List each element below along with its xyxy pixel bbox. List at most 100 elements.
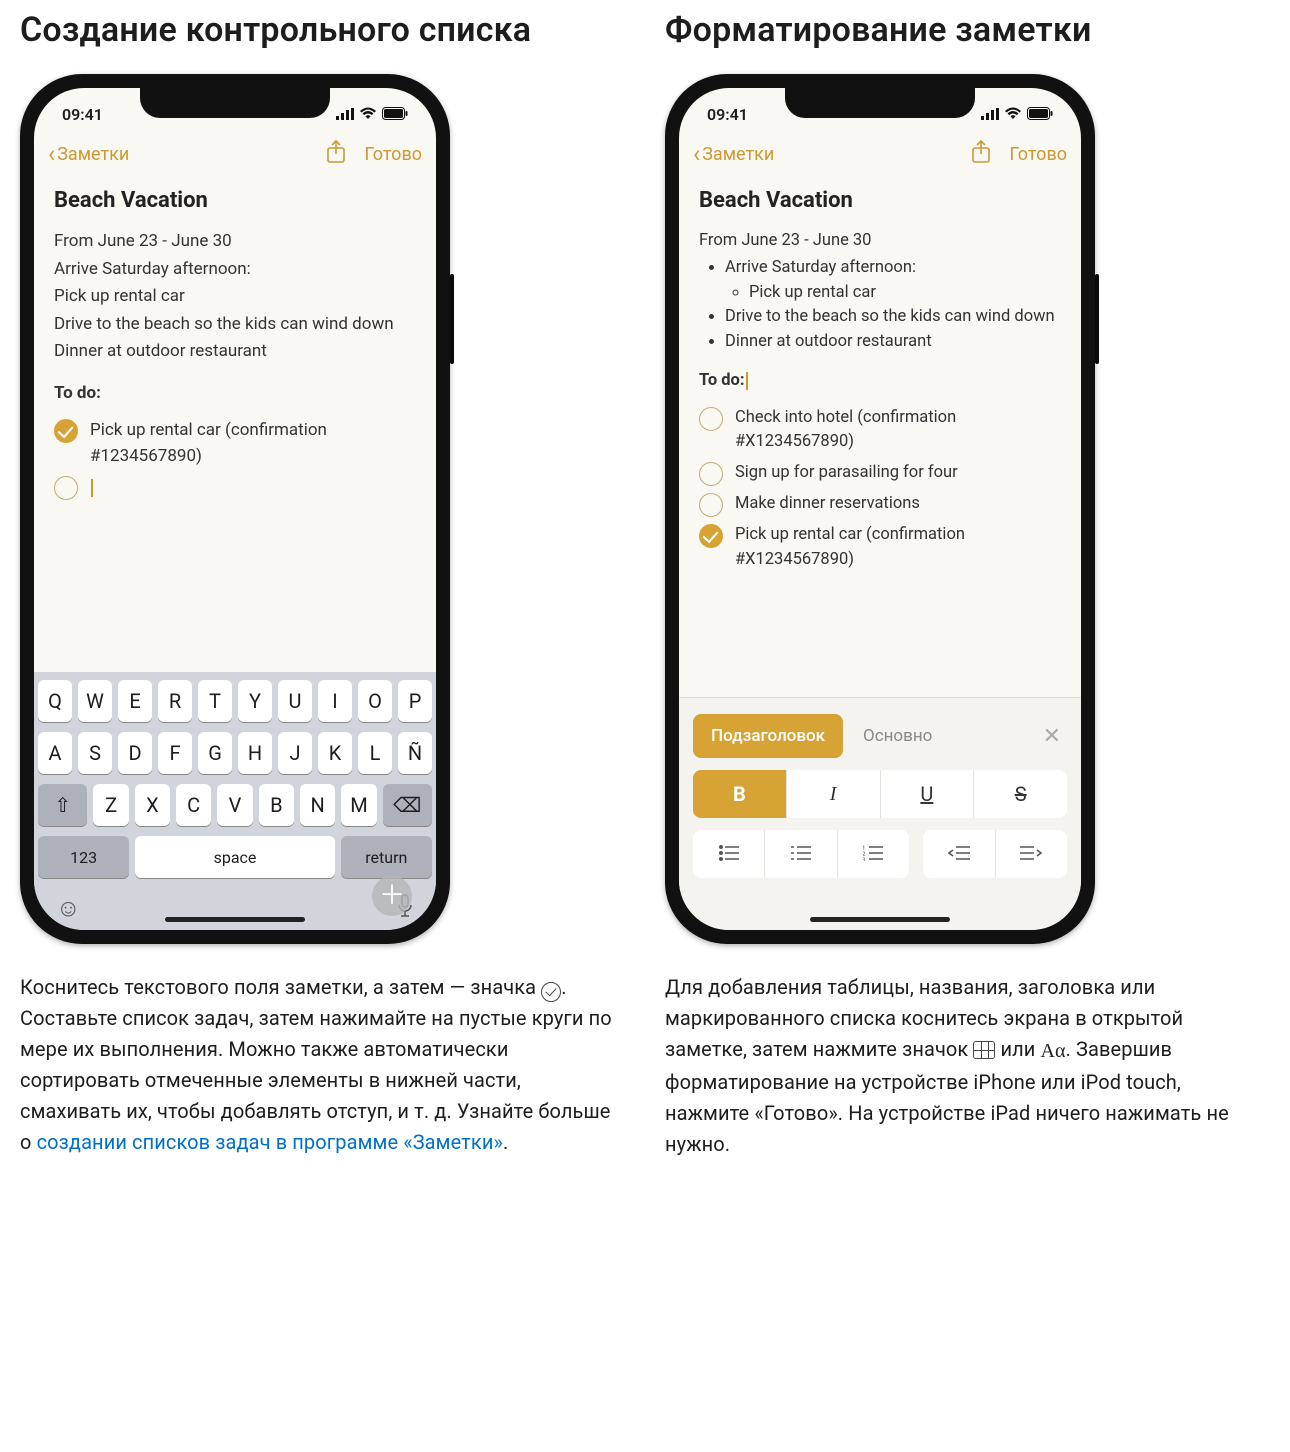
backspace-icon: ⌫: [393, 793, 421, 817]
iphone-frame-left: 09:41: [20, 74, 450, 944]
dash-list-button[interactable]: [764, 830, 836, 878]
key-v[interactable]: V: [217, 784, 252, 826]
key-backspace[interactable]: ⌫: [383, 784, 432, 826]
check-circle-icon[interactable]: [699, 407, 723, 431]
note-title: Beach Vacation: [699, 184, 1061, 217]
nav-back-label: Заметки: [702, 144, 774, 165]
key-y[interactable]: Y: [238, 680, 272, 722]
key-m[interactable]: M: [341, 784, 376, 826]
key-j[interactable]: J: [278, 732, 312, 774]
check-circle-checked-icon[interactable]: [699, 524, 723, 548]
sub-bullet-item: Pick up rental car: [749, 281, 1061, 306]
section-heading-formatting: Форматирование заметки: [665, 10, 1270, 50]
key-h[interactable]: H: [238, 732, 272, 774]
key-f[interactable]: F: [158, 732, 192, 774]
bold-button[interactable]: B: [693, 770, 786, 818]
status-time: 09:41: [62, 105, 103, 124]
svg-text:3: 3: [863, 857, 865, 861]
key-i[interactable]: I: [318, 680, 352, 722]
notch: [785, 88, 975, 118]
share-icon[interactable]: [971, 140, 991, 169]
notch: [140, 88, 330, 118]
bullet-item: Dinner at outdoor restaurant: [725, 330, 1061, 355]
checklist-text: Pick up rental car (confirmation #X12345…: [735, 523, 1061, 573]
key-z[interactable]: Z: [93, 784, 128, 826]
numbered-list-button[interactable]: 123: [837, 830, 909, 878]
key-c[interactable]: C: [176, 784, 211, 826]
key-g[interactable]: G: [198, 732, 232, 774]
key-k[interactable]: K: [318, 732, 352, 774]
key-x[interactable]: X: [135, 784, 170, 826]
key-a[interactable]: A: [38, 732, 72, 774]
check-circle-icon[interactable]: [54, 476, 78, 500]
indent-button[interactable]: [995, 830, 1068, 878]
emoji-icon[interactable]: ☺: [56, 894, 81, 924]
note-line: Drive to the beach so the kids can wind …: [54, 312, 416, 338]
key-q[interactable]: Q: [38, 680, 72, 722]
note-line: Pick up rental car: [54, 284, 416, 310]
caption-text: . Составьте список задач, затем нажимайт…: [20, 975, 612, 1154]
key-space[interactable]: space: [135, 836, 334, 878]
key-w[interactable]: W: [78, 680, 112, 722]
outdent-button[interactable]: [923, 830, 995, 878]
bullet-item: Arrive Saturday afternoon: Pick up renta…: [725, 256, 1061, 306]
key-n[interactable]: N: [300, 784, 335, 826]
check-circle-icon[interactable]: [699, 462, 723, 486]
checklist-item[interactable]: [54, 475, 416, 501]
key-b[interactable]: B: [259, 784, 294, 826]
bullet-list-icon: [719, 842, 739, 866]
note-line: Dinner at outdoor restaurant: [54, 339, 416, 365]
chevron-left-icon: ‹: [48, 142, 55, 166]
nav-done-button[interactable]: Готово: [364, 144, 422, 165]
key-o[interactable]: O: [358, 680, 392, 722]
checklist-item[interactable]: Make dinner reservations: [699, 492, 1061, 517]
format-panel: Подзаголовок Основно ✕ B I U S: [679, 697, 1081, 930]
home-indicator[interactable]: [810, 917, 950, 922]
signal-icon: [981, 105, 999, 124]
underline-button[interactable]: U: [880, 770, 974, 818]
link-checklist-help[interactable]: создании списков задач в программе «Заме…: [37, 1130, 503, 1154]
key-123[interactable]: 123: [38, 836, 129, 878]
checklist-item[interactable]: Check into hotel (confirmation #X1234567…: [699, 406, 1061, 456]
todo-heading: To do:: [699, 369, 748, 394]
wifi-icon: [359, 105, 377, 124]
key-return[interactable]: return: [341, 836, 432, 878]
checklist-text: [90, 475, 416, 501]
dash-list-icon: [791, 842, 811, 866]
bullet-item: Drive to the beach so the kids can wind …: [725, 305, 1061, 330]
key-r[interactable]: R: [158, 680, 192, 722]
checklist-item[interactable]: Pick up rental car (confirmation #X12345…: [699, 523, 1061, 573]
checklist-text: Sign up for parasailing for four: [735, 461, 1061, 486]
share-icon[interactable]: [326, 140, 346, 169]
note-body[interactable]: Beach Vacation From June 23 - June 30 Ar…: [34, 176, 436, 672]
checklist-item[interactable]: Pick up rental car (confirmation #123456…: [54, 418, 416, 469]
key-l[interactable]: L: [358, 732, 392, 774]
signal-icon: [336, 105, 354, 124]
text-cursor: [746, 372, 748, 390]
bullet-list-button[interactable]: [693, 830, 764, 878]
caption-left: Коснитесь текстового поля заметки, а зат…: [20, 972, 625, 1158]
check-circle-icon[interactable]: [699, 493, 723, 517]
check-circle-checked-icon[interactable]: [54, 419, 78, 443]
key-e[interactable]: E: [118, 680, 152, 722]
format-subheading-button[interactable]: Подзаголовок: [693, 714, 843, 758]
format-body-button[interactable]: Основно: [851, 726, 1029, 746]
key-p[interactable]: P: [398, 680, 432, 722]
key-d[interactable]: D: [118, 732, 152, 774]
outdent-icon: [948, 842, 970, 866]
checklist-text: Check into hotel (confirmation #X1234567…: [735, 406, 1061, 456]
strikethrough-button[interactable]: S: [973, 770, 1067, 818]
nav-back-button[interactable]: ‹ Заметки: [48, 142, 129, 166]
key-enye[interactable]: Ñ: [398, 732, 432, 774]
nav-done-button[interactable]: Готово: [1009, 144, 1067, 165]
note-body[interactable]: Beach Vacation From June 23 - June 30 Ar…: [679, 176, 1081, 697]
key-t[interactable]: T: [198, 680, 232, 722]
key-s[interactable]: S: [78, 732, 112, 774]
italic-button[interactable]: I: [786, 770, 880, 818]
format-close-button[interactable]: ✕: [1037, 724, 1067, 749]
key-u[interactable]: U: [278, 680, 312, 722]
home-indicator[interactable]: [165, 917, 305, 922]
key-shift[interactable]: ⇧: [38, 784, 87, 826]
nav-back-button[interactable]: ‹ Заметки: [693, 142, 774, 166]
checklist-item[interactable]: Sign up for parasailing for four: [699, 461, 1061, 486]
